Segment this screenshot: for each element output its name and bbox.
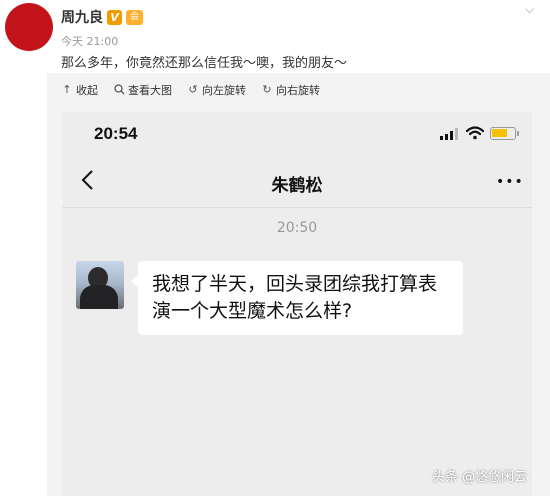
author-name[interactable]: 周九良: [61, 7, 103, 27]
battery-cap: [517, 131, 519, 136]
nav-divider: [62, 207, 532, 208]
collapse-label: 收起: [76, 84, 98, 97]
status-bar-time: 20:54: [94, 124, 138, 143]
rotate-left-label: 向左旋转: [202, 84, 246, 97]
battery-level: [492, 129, 507, 137]
author-avatar[interactable]: [5, 3, 53, 51]
contact-avatar[interactable]: [76, 261, 124, 309]
chevron-down-icon[interactable]: ⌵: [525, 3, 539, 15]
image-toolbar: ↑ 收起 查看大图 ↺ 向左旋转 ↻ 向右旋转: [61, 82, 320, 98]
post-time: 今天 21:00: [61, 35, 119, 48]
signal-icon: [440, 128, 458, 140]
post-text: 那么多年，你竟然还那么信任我～噢，我的朋友～: [61, 56, 348, 71]
arrow-up-icon: ↑: [62, 83, 72, 96]
rotate-right-button[interactable]: ↻ 向右旋转: [261, 82, 320, 98]
message-timestamp: 20:50: [276, 220, 318, 236]
member-badge-icon: 会: [126, 9, 143, 25]
rotate-right-label: 向右旋转: [276, 84, 320, 97]
rotate-left-icon: ↺: [188, 83, 198, 96]
wifi-icon: [466, 126, 484, 140]
search-icon: [113, 84, 125, 96]
author-row: 周九良 V 会: [61, 7, 143, 27]
verified-badge-icon: V: [107, 9, 122, 25]
collapse-button[interactable]: ↑ 收起: [61, 82, 98, 98]
battery-icon: [490, 127, 516, 140]
chat-title: 朱鹤松: [271, 176, 323, 196]
rotate-left-button[interactable]: ↺ 向左旋转: [187, 82, 246, 98]
more-icon[interactable]: •••: [496, 175, 524, 189]
chat-screenshot[interactable]: 20:54 朱鹤松 ••• 20:50 我想了半天，回头录团综我打算表演一个大型…: [62, 112, 532, 496]
bubble-tail: [131, 275, 138, 287]
rotate-right-icon: ↻: [262, 83, 272, 96]
message-bubble[interactable]: 我想了半天，回头录团综我打算表演一个大型魔术怎么样?: [138, 261, 463, 335]
view-large-button[interactable]: 查看大图: [113, 82, 172, 98]
view-large-label: 查看大图: [128, 84, 172, 97]
watermark: 头条 @悠悠闲云: [432, 470, 528, 485]
